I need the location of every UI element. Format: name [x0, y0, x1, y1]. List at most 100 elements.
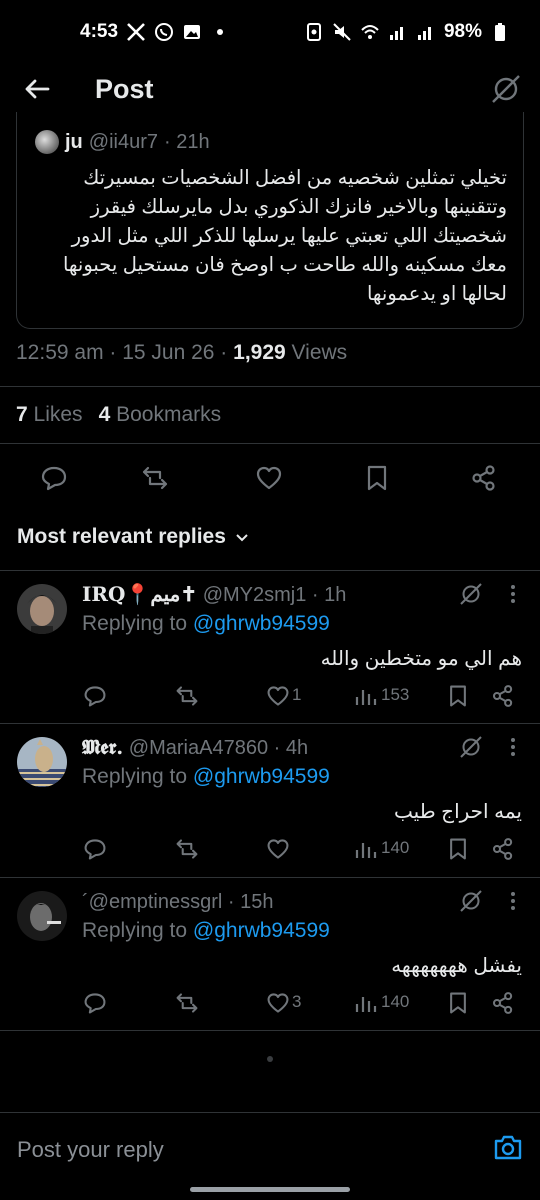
- reply-input-placeholder[interactable]: Post your reply: [17, 1137, 164, 1163]
- reply-action-bar: 1 153: [0, 682, 540, 710]
- post-meta: 12:59 am · 15 Jun 26 · 1,929 Views: [16, 341, 347, 365]
- battery-icon: [495, 23, 505, 41]
- gesture-nav-bar[interactable]: [190, 1187, 350, 1192]
- likes-stat[interactable]: 7 Likes: [16, 403, 83, 427]
- reply-header: IRQ📍ميم✝ @MY2smj1 · 1h: [82, 582, 346, 607]
- reply-time: · 4h: [273, 737, 309, 759]
- bookmark-icon[interactable]: [363, 464, 391, 492]
- notification-dot-icon: [217, 29, 224, 35]
- status-bar: 4:53 98%: [0, 0, 540, 64]
- share-icon[interactable]: [491, 684, 515, 708]
- like-heart-icon[interactable]: [266, 837, 290, 861]
- reply-text: يمه احراج طيب: [394, 801, 522, 823]
- top-app-bar: Post: [0, 64, 540, 116]
- grok-icon[interactable]: [459, 889, 483, 913]
- replying-to-prefix: Replying to: [82, 612, 193, 635]
- likes-label: Likes: [33, 403, 83, 426]
- bookmarks-stat[interactable]: 4 Bookmarks: [99, 403, 222, 427]
- reply-author-handle: ´@emptinessgrl: [82, 891, 223, 913]
- avatar[interactable]: [17, 891, 67, 941]
- reply-icon[interactable]: [83, 991, 107, 1015]
- more-options-icon[interactable]: [503, 889, 523, 913]
- replying-to-link[interactable]: @ghrwb94599: [193, 919, 330, 942]
- views-icon[interactable]: [354, 991, 378, 1015]
- wifi-icon: [361, 25, 379, 39]
- nfc-icon: [306, 23, 321, 41]
- mute-icon: [333, 23, 351, 41]
- share-icon[interactable]: [470, 464, 498, 492]
- quoted-author-avatar: [35, 130, 59, 154]
- reply-time: · 1h: [311, 584, 347, 606]
- quoted-post-time: · 21h: [164, 130, 210, 153]
- reply-icon[interactable]: [83, 837, 107, 861]
- repost-icon[interactable]: [175, 684, 199, 708]
- bookmarks-label: Bookmarks: [116, 403, 222, 426]
- loading-indicator: [267, 1056, 273, 1062]
- views-count: 140: [381, 992, 410, 1011]
- like-count: 3: [292, 992, 302, 1011]
- quoted-post-text: تخيلي تمثلين شخصيه من افضل الشخصيات بمسي…: [62, 167, 507, 305]
- avatar[interactable]: [17, 584, 67, 634]
- avatar[interactable]: [17, 737, 67, 787]
- like-count: 1: [292, 685, 302, 704]
- replying-to-link[interactable]: @ghrwb94599: [193, 765, 330, 788]
- divider: [0, 443, 540, 444]
- share-icon[interactable]: [491, 837, 515, 861]
- back-arrow-icon[interactable]: [22, 74, 52, 104]
- reply-sort-dropdown[interactable]: Most relevant replies: [17, 525, 250, 549]
- reply-composer[interactable]: Post your reply: [0, 1112, 540, 1182]
- quoted-author-handle: @ii4ur7: [88, 130, 158, 153]
- signal-icon: [389, 27, 403, 40]
- views-icon[interactable]: [354, 837, 378, 861]
- bookmark-icon[interactable]: [446, 684, 470, 708]
- quoted-post-card[interactable]: ju @ii4ur7 · 21h تخيلي تمثلين شخصيه من ا…: [16, 112, 524, 329]
- post-action-bar: [0, 458, 540, 498]
- post-timestamp: 12:59 am · 15 Jun 26 ·: [16, 341, 234, 364]
- bookmark-icon[interactable]: [446, 991, 470, 1015]
- camera-icon[interactable]: [493, 1133, 523, 1161]
- repost-icon[interactable]: [175, 837, 199, 861]
- views-label: Views: [285, 341, 348, 364]
- reply-icon[interactable]: [40, 464, 68, 492]
- reply-header: 𝕸𝖊𝖗. @MariaA47860 · 4h: [82, 735, 308, 760]
- reply-author-handle: @MariaA47860: [128, 737, 269, 759]
- reply-author-name[interactable]: 𝕸𝖊𝖗.: [82, 735, 123, 759]
- replying-to: Replying to @ghrwb94599: [82, 612, 330, 636]
- page-title: Post: [95, 74, 154, 104]
- reply-text: هم الي مو متخطين والله: [320, 648, 522, 670]
- views-count: 140: [381, 838, 410, 857]
- reply-action-bar: 3 140: [0, 989, 540, 1017]
- share-icon[interactable]: [491, 991, 515, 1015]
- reply-item[interactable]: 𝕸𝖊𝖗. @MariaA47860 · 4h Replying to @ghrw…: [0, 723, 540, 877]
- more-options-icon[interactable]: [503, 735, 523, 759]
- chevron-down-icon: [236, 534, 248, 542]
- reply-author-name[interactable]: IRQ📍ميم✝: [82, 582, 197, 606]
- repost-icon[interactable]: [141, 464, 169, 492]
- bookmark-icon[interactable]: [446, 837, 470, 861]
- status-time: 4:53: [80, 21, 119, 42]
- replying-to-prefix: Replying to: [82, 765, 193, 788]
- battery-level: 98%: [443, 21, 482, 42]
- grok-icon[interactable]: [459, 582, 483, 606]
- grok-icon[interactable]: [490, 73, 522, 105]
- like-heart-icon[interactable]: [255, 464, 283, 492]
- replying-to: Replying to @ghrwb94599: [82, 765, 330, 789]
- reply-time: · 15h: [227, 891, 274, 913]
- views-icon[interactable]: [354, 684, 378, 708]
- quoted-post-header: ju @ii4ur7 · 21h: [35, 130, 210, 154]
- grok-icon[interactable]: [459, 735, 483, 759]
- like-heart-icon[interactable]: [266, 684, 290, 708]
- reply-item[interactable]: ´@emptinessgrl · 15h Replying to @ghrwb9…: [0, 877, 540, 1030]
- views-count: 153: [381, 685, 410, 704]
- like-heart-icon[interactable]: [266, 991, 290, 1015]
- more-options-icon[interactable]: [503, 582, 523, 606]
- divider: [0, 1030, 540, 1031]
- repost-icon[interactable]: [175, 991, 199, 1015]
- reply-item[interactable]: IRQ📍ميم✝ @MY2smj1 · 1h Replying to @ghrw…: [0, 570, 540, 723]
- views-count: 1,929: [233, 341, 286, 364]
- replying-to-link[interactable]: @ghrwb94599: [193, 612, 330, 635]
- gallery-icon: [184, 25, 201, 39]
- reply-text: يفشل هههههههه: [391, 955, 522, 977]
- reply-icon[interactable]: [83, 684, 107, 708]
- bookmarks-count: 4: [98, 403, 111, 426]
